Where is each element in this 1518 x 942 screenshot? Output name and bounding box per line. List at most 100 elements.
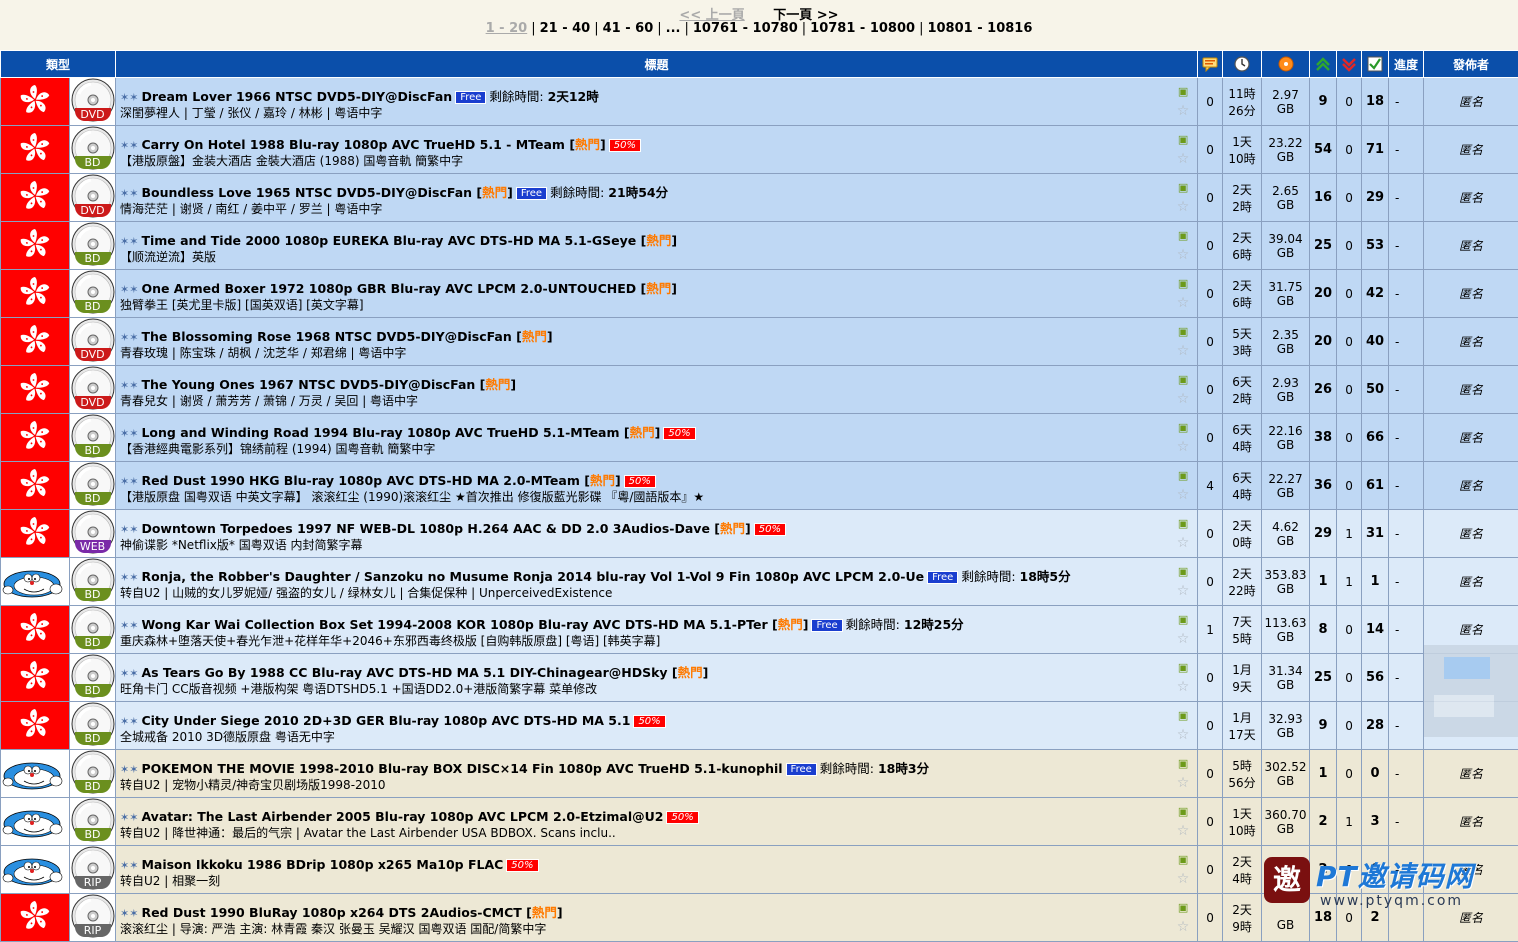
page-range-link[interactable]: 41 - 60: [603, 21, 654, 36]
category-hongkong[interactable]: [1, 174, 70, 222]
comments-count[interactable]: 0: [1198, 558, 1223, 606]
comments-count[interactable]: 0: [1198, 846, 1223, 894]
col-type[interactable]: 類型: [1, 51, 116, 78]
format-bd[interactable]: BD: [70, 750, 116, 798]
bookmark-star-icon[interactable]: ☆: [1175, 871, 1191, 887]
download-icon[interactable]: ▣: [1175, 852, 1191, 868]
leechers-count[interactable]: 0: [1337, 702, 1362, 750]
leechers-count[interactable]: 0: [1337, 654, 1362, 702]
format-bd[interactable]: BD: [70, 126, 116, 174]
bookmark-star-icon[interactable]: ☆: [1175, 919, 1191, 935]
category-hongkong[interactable]: [1, 366, 70, 414]
col-completed[interactable]: [1362, 51, 1389, 78]
category-hongkong[interactable]: [1, 654, 70, 702]
leechers-count[interactable]: 1: [1337, 798, 1362, 846]
bookmark-star-icon[interactable]: ☆: [1175, 631, 1191, 647]
download-icon[interactable]: ▣: [1175, 180, 1191, 196]
page-range-link[interactable]: 10761 - 10780: [693, 21, 798, 36]
download-icon[interactable]: ▣: [1175, 324, 1191, 340]
torrent-title-link[interactable]: Maison Ikkoku 1986 BDrip 1080p x265 Ma10…: [141, 857, 503, 872]
torrent-title-link[interactable]: Time and Tide 2000 1080p EUREKA Blu-ray …: [141, 233, 636, 248]
download-icon[interactable]: ▣: [1175, 516, 1191, 532]
col-progress[interactable]: 進度: [1389, 51, 1424, 78]
leechers-count[interactable]: 0: [1337, 462, 1362, 510]
page-range-link[interactable]: 21 - 40: [540, 21, 591, 36]
completed-count[interactable]: 50: [1362, 366, 1389, 414]
torrent-title-link[interactable]: Avatar: The Last Airbender 2005 Blu-ray …: [141, 809, 663, 824]
torrent-title-link[interactable]: City Under Siege 2010 2D+3D GER Blu-ray …: [141, 713, 630, 728]
leechers-count[interactable]: 1: [1337, 510, 1362, 558]
torrent-title-link[interactable]: Red Dust 1990 BluRay 1080p x264 DTS 2Aud…: [141, 905, 521, 920]
torrent-title-link[interactable]: One Armed Boxer 1972 1080p GBR Blu-ray A…: [141, 281, 636, 296]
torrent-title-link[interactable]: Downtown Torpedoes 1997 NF WEB-DL 1080p …: [141, 521, 709, 536]
format-rip[interactable]: RIP: [70, 846, 116, 894]
completed-count[interactable]: 29: [1362, 174, 1389, 222]
leechers-count[interactable]: 0: [1337, 414, 1362, 462]
leechers-count[interactable]: 0: [1337, 174, 1362, 222]
comments-count[interactable]: 0: [1198, 78, 1223, 126]
bookmark-star-icon[interactable]: ☆: [1175, 679, 1191, 695]
bookmark-star-icon[interactable]: ☆: [1175, 247, 1191, 263]
completed-count[interactable]: 1: [1362, 558, 1389, 606]
torrent-title-link[interactable]: The Young Ones 1967 NTSC DVD5-DIY@DiscFa…: [141, 377, 475, 392]
download-icon[interactable]: ▣: [1175, 900, 1191, 916]
format-rip[interactable]: RIP: [70, 894, 116, 942]
category-hongkong[interactable]: [1, 318, 70, 366]
download-icon[interactable]: ▣: [1175, 276, 1191, 292]
download-icon[interactable]: ▣: [1175, 660, 1191, 676]
format-bd[interactable]: BD: [70, 414, 116, 462]
category-anime[interactable]: [1, 798, 70, 846]
completed-count[interactable]: 28: [1362, 702, 1389, 750]
seeders-count[interactable]: 16: [1310, 174, 1337, 222]
comments-count[interactable]: 0: [1198, 222, 1223, 270]
completed-count[interactable]: 42: [1362, 270, 1389, 318]
completed-count[interactable]: 53: [1362, 222, 1389, 270]
leechers-count[interactable]: 0: [1337, 222, 1362, 270]
bookmark-star-icon[interactable]: ☆: [1175, 151, 1191, 167]
format-bd[interactable]: BD: [70, 702, 116, 750]
bookmark-star-icon[interactable]: ☆: [1175, 343, 1191, 359]
completed-count[interactable]: 18: [1362, 78, 1389, 126]
download-icon[interactable]: ▣: [1175, 420, 1191, 436]
leechers-count[interactable]: 0: [1337, 270, 1362, 318]
category-anime[interactable]: [1, 558, 70, 606]
bookmark-star-icon[interactable]: ☆: [1175, 727, 1191, 743]
download-icon[interactable]: ▣: [1175, 468, 1191, 484]
col-comments[interactable]: [1198, 51, 1223, 78]
leechers-count[interactable]: 0: [1337, 606, 1362, 654]
seeders-count[interactable]: 2: [1310, 798, 1337, 846]
seeders-count[interactable]: 25: [1310, 654, 1337, 702]
category-hongkong[interactable]: [1, 894, 70, 942]
completed-count[interactable]: 66: [1362, 414, 1389, 462]
format-bd[interactable]: BD: [70, 222, 116, 270]
bookmark-star-icon[interactable]: ☆: [1175, 199, 1191, 215]
page-range-link[interactable]: 10781 - 10800: [810, 21, 915, 36]
bookmark-star-icon[interactable]: ☆: [1175, 391, 1191, 407]
torrent-title-link[interactable]: Long and Winding Road 1994 Blu-ray 1080p…: [141, 425, 619, 440]
col-uploader[interactable]: 發佈者: [1424, 51, 1518, 78]
torrent-title-link[interactable]: POKEMON THE MOVIE 1998-2010 Blu-ray BOX …: [141, 761, 782, 776]
comments-count[interactable]: 4: [1198, 462, 1223, 510]
category-hongkong[interactable]: [1, 222, 70, 270]
format-dvd[interactable]: DVD: [70, 174, 116, 222]
leechers-count[interactable]: 0: [1337, 366, 1362, 414]
comments-count[interactable]: 0: [1198, 894, 1223, 942]
bookmark-star-icon[interactable]: ☆: [1175, 103, 1191, 119]
format-bd[interactable]: BD: [70, 654, 116, 702]
format-dvd[interactable]: DVD: [70, 318, 116, 366]
page-range-link[interactable]: 10801 - 10816: [927, 21, 1032, 36]
col-size[interactable]: [1262, 51, 1310, 78]
format-bd[interactable]: BD: [70, 798, 116, 846]
seeders-count[interactable]: 36: [1310, 462, 1337, 510]
torrent-title-link[interactable]: Dream Lover 1966 NTSC DVD5-DIY@DiscFan: [141, 89, 452, 104]
bookmark-star-icon[interactable]: ☆: [1175, 295, 1191, 311]
bookmark-star-icon[interactable]: ☆: [1175, 583, 1191, 599]
comments-count[interactable]: 0: [1198, 270, 1223, 318]
seeders-count[interactable]: 9: [1310, 702, 1337, 750]
completed-count[interactable]: 56: [1362, 654, 1389, 702]
download-icon[interactable]: ▣: [1175, 708, 1191, 724]
category-anime[interactable]: [1, 750, 70, 798]
bookmark-star-icon[interactable]: ☆: [1175, 439, 1191, 455]
format-bd[interactable]: BD: [70, 270, 116, 318]
download-icon[interactable]: ▣: [1175, 564, 1191, 580]
